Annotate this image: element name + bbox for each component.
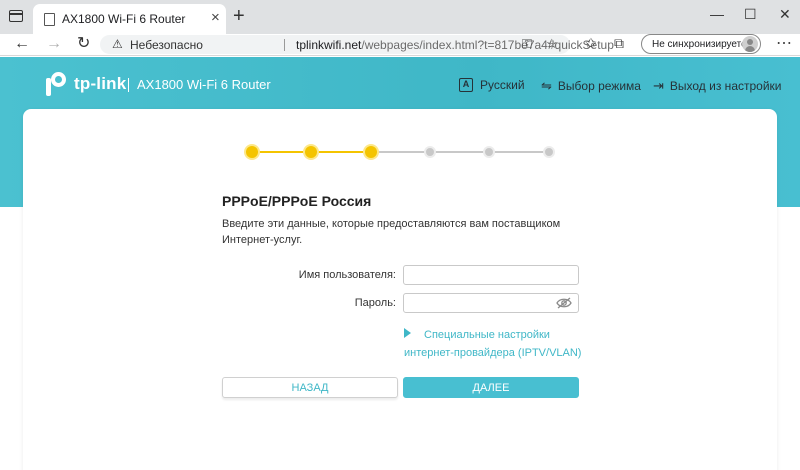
tplink-logo-icon: [46, 72, 68, 96]
switch-mode-icon: ⇋: [541, 78, 552, 93]
browser-tab[interactable]: AX1800 Wi-Fi 6 Router ×: [33, 4, 226, 34]
logo-text: tp-link: [74, 74, 127, 93]
username-label: Имя пользователя:: [298, 269, 396, 281]
progress-line: [311, 151, 371, 153]
progress-step: [425, 148, 434, 156]
mode-selector[interactable]: ⇋ Выбор режима: [541, 78, 641, 94]
setup-card: [23, 109, 777, 470]
page-favicon-icon: [44, 13, 55, 26]
expand-triangle-icon: [404, 328, 411, 338]
tab-actions-icon[interactable]: [9, 10, 23, 22]
sync-label: Не синхронизируется: [652, 39, 752, 50]
avatar: [742, 36, 758, 52]
page-description: Введите эти данные, которые предоставляю…: [222, 218, 561, 246]
maximize-icon[interactable]: ☐: [744, 6, 757, 22]
url-host: tplinkwifi.net: [296, 38, 362, 52]
back-icon[interactable]: ←: [14, 34, 30, 54]
progress-line: [429, 151, 490, 153]
advanced-line2: интернет-провайдера (IPTV/VLAN): [404, 347, 582, 359]
warning-icon: ⚠: [112, 37, 123, 51]
back-button[interactable]: НАЗАД: [222, 377, 398, 398]
browser-toolbar: ← → ↻ ⚠ Небезопасно tplinkwifi.net/webpa…: [0, 34, 800, 56]
tab-close-icon[interactable]: ×: [211, 9, 220, 27]
setup-progress: [246, 145, 556, 159]
progress-line: [252, 151, 312, 153]
progress-step: [305, 146, 318, 158]
tab-title: AX1800 Wi-Fi 6 Router: [62, 12, 186, 26]
more-icon[interactable]: ⋯: [776, 34, 792, 54]
progress-step: [364, 146, 377, 158]
key-icon[interactable]: ⚿: [522, 36, 532, 52]
url-path: /webpages/index.html?t=817be7a4#quickSet…: [361, 38, 614, 52]
progress-step: [544, 148, 553, 156]
address-bar[interactable]: ⚠ Небезопасно tplinkwifi.net/webpages/in…: [100, 35, 614, 54]
minimize-icon[interactable]: —: [710, 6, 724, 22]
password-label: Пароль:: [354, 297, 396, 309]
collections-icon[interactable]: ⧉: [614, 35, 624, 52]
progress-step: [246, 146, 258, 158]
exit-label: Выход из настройки: [669, 79, 782, 93]
show-password-icon[interactable]: [556, 297, 572, 309]
mode-label: Выбор режима: [557, 79, 641, 93]
tplink-logo: tp-link: [46, 72, 126, 96]
language-icon: A: [459, 78, 473, 92]
window-close-icon[interactable]: ✕: [779, 6, 791, 22]
browser-tab-strip: AX1800 Wi-Fi 6 Router × + — ☐ ✕: [0, 0, 800, 34]
progress-step: [485, 148, 494, 156]
favorite-add-icon[interactable]: ☆: [546, 36, 558, 52]
security-status[interactable]: Небезопасно: [130, 38, 203, 52]
advanced-isp-settings-link[interactable]: Специальные настройки интернет-провайдер…: [404, 326, 594, 362]
password-input[interactable]: [403, 293, 579, 313]
brand-separator: [128, 78, 129, 92]
page-title: PPPoE/PPPoE Россия: [222, 193, 372, 209]
language-label: Русский: [480, 78, 525, 92]
language-selector[interactable]: A Русский: [459, 78, 525, 92]
advanced-line1: Специальные настройки: [424, 329, 550, 341]
new-tab-icon[interactable]: +: [233, 5, 245, 27]
product-name: AX1800 Wi-Fi 6 Router: [137, 77, 271, 92]
progress-line: [489, 151, 549, 153]
forward-icon[interactable]: →: [46, 34, 62, 54]
reload-icon[interactable]: ↻: [77, 34, 90, 54]
profile-sync-button[interactable]: Не синхронизируется: [641, 34, 761, 54]
logout-icon: ⇥: [653, 78, 664, 93]
favorites-icon[interactable]: ✩: [585, 35, 597, 52]
username-input[interactable]: [403, 265, 579, 285]
next-button[interactable]: ДАЛЕЕ: [403, 377, 579, 398]
progress-line: [370, 151, 430, 153]
url-text[interactable]: tplinkwifi.net/webpages/index.html?t=817…: [296, 38, 614, 52]
exit-setup-link[interactable]: ⇥ Выход из настройки: [653, 78, 782, 94]
address-separator: [284, 39, 285, 51]
